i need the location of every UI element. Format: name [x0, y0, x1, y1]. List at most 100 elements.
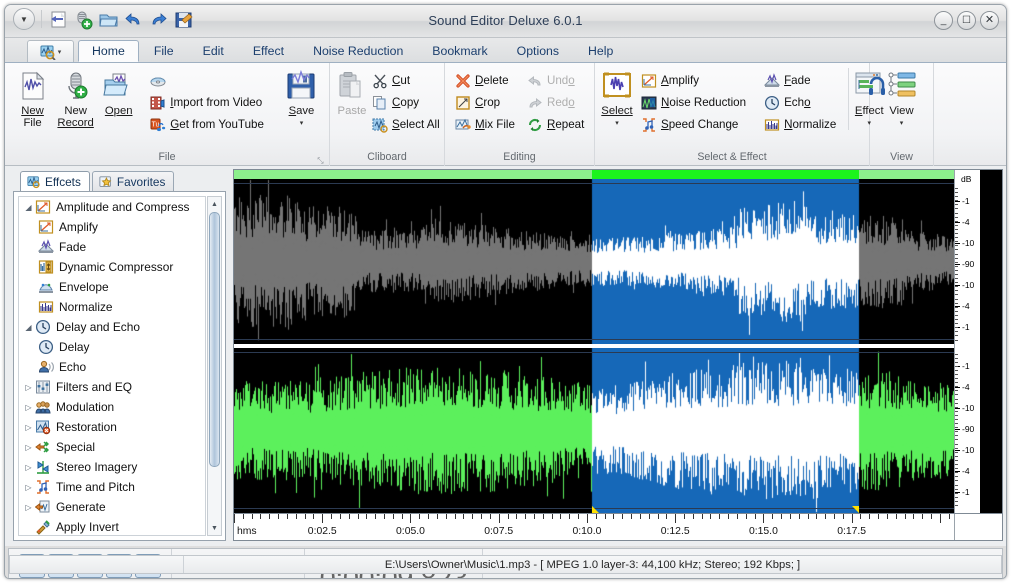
scrollbar-thumb[interactable]	[209, 212, 220, 467]
chevron-down-icon[interactable]: ▾	[615, 118, 619, 130]
tree-item-generate[interactable]: ▷ Generate	[19, 497, 205, 517]
undo-button[interactable]: Undo	[523, 70, 588, 91]
scroll-up-button[interactable]: ▲	[208, 197, 221, 211]
repeat-button[interactable]: Repeat	[523, 114, 588, 135]
time-ruler[interactable]: hms 0:02.50:05.00:07.50:10.00:12.50:15.0…	[233, 514, 1003, 541]
maximize-button[interactable]: ☐	[957, 11, 976, 30]
expand-toggle-icon[interactable]: ▷	[22, 403, 35, 412]
ruler-tick	[834, 514, 835, 519]
ruler-tick	[340, 514, 341, 519]
button-label2: Record	[57, 117, 93, 129]
amplify-button[interactable]: Amplify	[637, 70, 750, 91]
tree-item-filters-and-eq[interactable]: ▷ Filters and EQ	[19, 377, 205, 397]
tree-item-restoration[interactable]: ▷ Restoration	[19, 417, 205, 437]
tree-item-echo[interactable]: Echo	[19, 357, 205, 377]
open-button[interactable]: Open	[97, 68, 140, 117]
ruler-tick	[763, 514, 764, 523]
tree-item-stereo-imagery[interactable]: ▷ Stereo Imagery	[19, 457, 205, 477]
button-label: Crop	[475, 96, 500, 109]
load-cd-button[interactable]	[146, 70, 268, 91]
new-record-button[interactable]: New Record	[54, 68, 97, 129]
save-button[interactable]: Save ▾	[280, 68, 323, 130]
tree-item-label: Dynamic Compressor	[59, 260, 173, 274]
expand-toggle-icon[interactable]: ▷	[22, 503, 35, 512]
tree-item-dynamic-compressor[interactable]: Dynamic Compressor	[19, 257, 205, 277]
tree-item-amplify[interactable]: Amplify	[19, 217, 205, 237]
tree-item-envelope[interactable]: Envelope	[19, 277, 205, 297]
redo-button[interactable]: Redo	[523, 92, 588, 113]
new-record-icon	[60, 70, 92, 102]
delete-button[interactable]: Delete	[451, 70, 519, 91]
tree-item-special[interactable]: ▷ Special	[19, 437, 205, 457]
waveform-track-left[interactable]	[234, 179, 954, 344]
tab-help[interactable]: Help	[574, 40, 627, 62]
speed-change-button[interactable]: Speed Change	[637, 114, 750, 135]
tab-favorites[interactable]: Favorites	[92, 171, 175, 191]
crop-button[interactable]: Crop	[451, 92, 519, 113]
tab-bookmark[interactable]: Bookmark	[418, 40, 501, 62]
ruler-tick	[260, 514, 261, 519]
waveform-canvas-group[interactable]	[234, 170, 954, 513]
echo-button[interactable]: Echo	[760, 92, 840, 113]
select-button[interactable]: Select ▾	[601, 68, 633, 130]
waveform-track-right[interactable]	[234, 348, 954, 513]
tree-item-apply-invert[interactable]: Apply Invert	[19, 517, 205, 536]
normalize-button[interactable]: Normalize	[760, 114, 840, 135]
tab-noise-reduction[interactable]: Noise Reduction	[299, 40, 417, 62]
tab-home[interactable]: Home	[78, 40, 139, 62]
expand-toggle-icon[interactable]: ▷	[22, 383, 35, 392]
fade-button[interactable]: Fade	[760, 70, 840, 91]
tree-item-modulation[interactable]: ▷ Modulation	[19, 397, 205, 417]
cut-button[interactable]: Cut	[368, 70, 444, 91]
effects-tree-scrollbar[interactable]: ▲ ▼	[207, 196, 222, 536]
tree-item-fade[interactable]: Fade	[19, 237, 205, 257]
chevron-down-icon[interactable]: ▾	[300, 118, 304, 130]
tree-item-label: Restoration	[56, 420, 117, 434]
db-tick-label: -4	[962, 382, 970, 392]
view-button[interactable]: View ▾	[876, 68, 927, 130]
scroll-down-button[interactable]: ▼	[208, 521, 221, 535]
tree-item-delay[interactable]: Delay	[19, 337, 205, 357]
db-tick-label: -4	[962, 301, 970, 311]
paste-button[interactable]: Paste	[336, 68, 368, 117]
expand-toggle-icon[interactable]: ▷	[22, 463, 35, 472]
copy-button[interactable]: Copy	[368, 92, 444, 113]
tab-edit[interactable]: Edit	[189, 40, 238, 62]
ruler-tick	[772, 514, 773, 519]
selection-end-marker-bottom[interactable]	[852, 506, 859, 513]
noise-reduction-button[interactable]: Noise Reduction	[637, 92, 750, 113]
expand-toggle-icon[interactable]: ◢	[22, 203, 35, 212]
expand-toggle-icon[interactable]: ◢	[22, 323, 35, 332]
mix-file-button[interactable]: Mix File	[451, 114, 519, 135]
tab-file[interactable]: File	[140, 40, 188, 62]
tree-item-time-and-pitch[interactable]: ▷ Time and Pitch	[19, 477, 205, 497]
tree-item-normalize[interactable]: Normalize	[19, 297, 205, 317]
copy-icon	[372, 95, 388, 111]
dialog-launcher-icon[interactable]: ⤡	[316, 156, 325, 165]
ruler-tick	[410, 514, 411, 523]
selection-start-marker-bottom[interactable]	[592, 506, 599, 513]
effects-tree[interactable]: ◢ Amplitude and Compress Amplify	[18, 196, 206, 536]
tab-effect[interactable]: Effect	[239, 40, 298, 62]
view-list-icon	[886, 70, 918, 102]
expand-toggle-icon[interactable]: ▷	[22, 483, 35, 492]
select-all-button[interactable]: Select All	[368, 114, 444, 135]
tree-item-delay-and-echo[interactable]: ◢ Delay and Echo	[19, 317, 205, 337]
waveform-display[interactable]: dB -1-4-10-90-10-4-1-1-4-10-90-10-4-1	[233, 169, 1003, 514]
close-button[interactable]: ✕	[980, 11, 999, 30]
ruler-tick	[860, 514, 861, 519]
normalize-icon	[38, 299, 54, 315]
tab-options[interactable]: Options	[503, 40, 573, 62]
minimize-button[interactable]: _	[934, 11, 953, 30]
expand-toggle-icon[interactable]: ▷	[22, 443, 35, 452]
expand-toggle-icon[interactable]: ▷	[22, 423, 35, 432]
import-from-video-button[interactable]: IImport from Videomport from Video	[146, 92, 268, 113]
new-file-button[interactable]: New File	[11, 68, 54, 129]
svg-text:Tu: Tu	[152, 121, 160, 128]
application-menu-button[interactable]: ▾	[27, 40, 74, 62]
get-from-youtube-button[interactable]: Tu Get from YouTube	[146, 114, 268, 135]
overview-bar[interactable]	[234, 170, 954, 179]
tab-effects[interactable]: Effcets	[20, 171, 90, 191]
chevron-down-icon[interactable]: ▾	[900, 118, 904, 130]
tree-item-amplitude-and-compress[interactable]: ◢ Amplitude and Compress	[19, 197, 205, 217]
